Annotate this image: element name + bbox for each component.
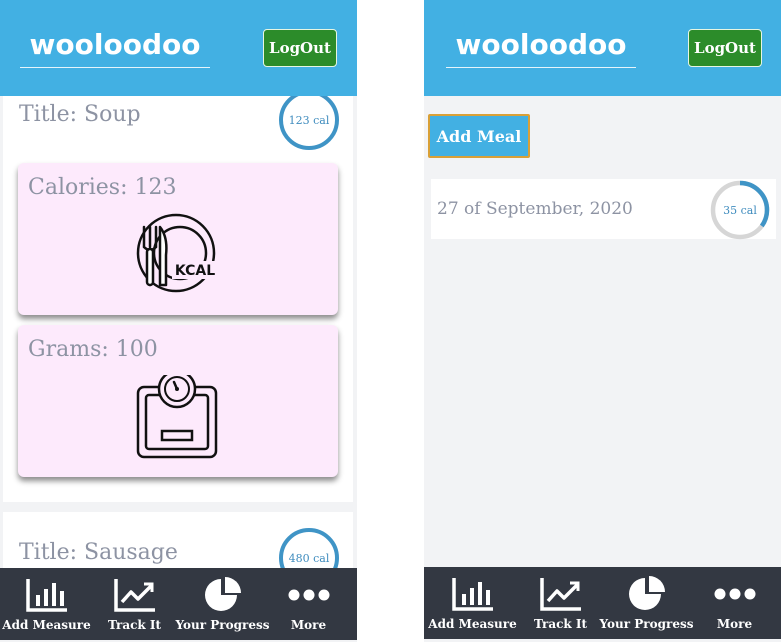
more-dots-icon bbox=[288, 574, 330, 616]
more-dots-icon bbox=[714, 573, 756, 615]
day-date: 27 of September, 2020 bbox=[437, 199, 633, 219]
meal-title: Title: Sausage bbox=[19, 540, 178, 565]
nav-label: Track It bbox=[107, 618, 162, 632]
nav-label: More bbox=[290, 618, 327, 632]
nav-label: Add Measure bbox=[428, 617, 517, 631]
nav-track-it[interactable]: Track It bbox=[516, 567, 605, 639]
brand-title[interactable]: wooloodoo bbox=[446, 28, 636, 68]
nav-more[interactable]: More bbox=[690, 567, 779, 639]
logout-button[interactable]: LogOut bbox=[263, 29, 337, 67]
bottom-nav: Add Measure Track It Your Progress More bbox=[424, 567, 781, 639]
logout-button[interactable]: LogOut bbox=[688, 29, 762, 67]
progress-ring: 35 cal bbox=[709, 179, 771, 241]
app-header: wooloodoo LogOut bbox=[424, 0, 781, 96]
bar-chart-icon bbox=[25, 574, 69, 616]
pie-chart-icon bbox=[203, 574, 243, 616]
left-screen: wooloodoo LogOut Title: Soup 123 cal Cal… bbox=[0, 0, 357, 642]
trend-chart-icon bbox=[113, 574, 157, 616]
nav-add-measure[interactable]: Add Measure bbox=[428, 567, 517, 639]
meal-title: Title: Soup bbox=[19, 102, 141, 127]
weight-scale-icon bbox=[136, 369, 220, 463]
meal-card[interactable]: Title: Soup 123 cal Calories: 123 KCAL G… bbox=[3, 90, 353, 502]
grams-card: Grams: 100 bbox=[18, 325, 338, 477]
kcal-plate-icon: KCAL bbox=[136, 213, 220, 301]
nav-track-it[interactable]: Track It bbox=[90, 568, 179, 640]
calories-card: Calories: 123 KCAL bbox=[18, 163, 338, 315]
calories-badge: 35 cal bbox=[723, 203, 757, 217]
nav-add-measure[interactable]: Add Measure bbox=[2, 568, 91, 640]
calories-label: Calories: 123 bbox=[28, 175, 177, 200]
nav-label: Track It bbox=[533, 617, 588, 631]
kcal-text: KCAL bbox=[175, 263, 215, 279]
bar-chart-icon bbox=[451, 573, 495, 615]
nav-your-progress[interactable]: Your Progress bbox=[175, 568, 270, 640]
bottom-nav: Add Measure Track It Your Progress More bbox=[0, 568, 357, 640]
right-screen: wooloodoo LogOut Add Meal 27 of Septembe… bbox=[424, 0, 781, 642]
day-row[interactable]: 27 of September, 2020 35 cal bbox=[431, 179, 776, 241]
pie-chart-icon bbox=[627, 573, 667, 615]
nav-label: More bbox=[716, 617, 753, 631]
trend-chart-icon bbox=[539, 573, 583, 615]
add-meal-button[interactable]: Add Meal bbox=[428, 114, 530, 158]
calories-ring: 123 cal bbox=[279, 90, 339, 150]
nav-label: Add Measure bbox=[2, 618, 91, 632]
brand-title[interactable]: wooloodoo bbox=[20, 28, 210, 68]
nav-your-progress[interactable]: Your Progress bbox=[599, 567, 694, 639]
grams-label: Grams: 100 bbox=[28, 337, 158, 362]
nav-label: Your Progress bbox=[599, 617, 694, 631]
nav-label: Your Progress bbox=[175, 618, 270, 632]
app-header-overlay: wooloodoo LogOut bbox=[0, 0, 357, 96]
nav-more[interactable]: More bbox=[264, 568, 353, 640]
